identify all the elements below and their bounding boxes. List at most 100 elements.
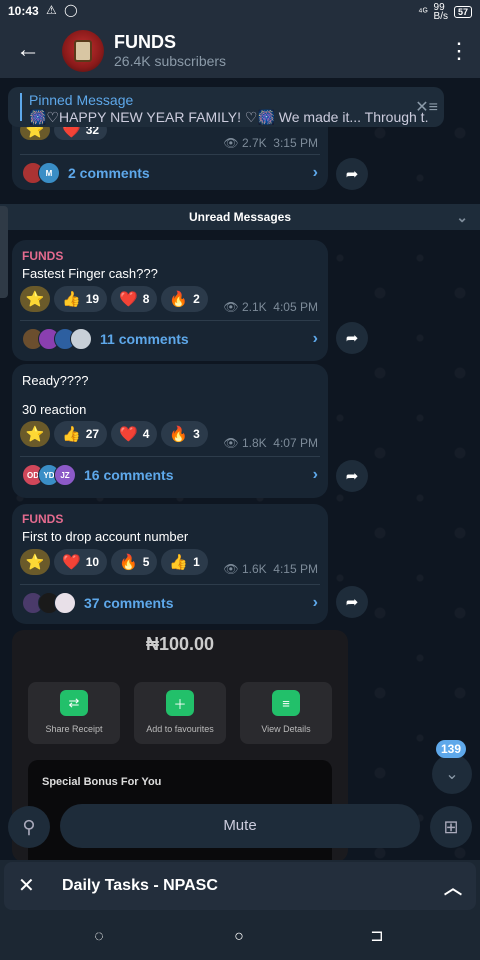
sender-name: FUNDS xyxy=(22,249,64,263)
avatar xyxy=(70,328,92,350)
share-icon: ➦ xyxy=(345,166,359,183)
share-icon: ➦ xyxy=(345,468,359,485)
pinned-title: Pinned Message xyxy=(29,92,134,108)
comments-link: 11 comments xyxy=(100,331,189,347)
reaction-count: 1 xyxy=(193,555,200,569)
subscriber-count: 26.4K subscribers xyxy=(114,53,227,69)
home-icon[interactable]: ○ xyxy=(230,928,248,946)
chevron-down-icon: ⌄ xyxy=(456,209,468,225)
warning-icon: ⚠ ◯ xyxy=(46,3,80,17)
tasks-title: Daily Tasks - NPASC xyxy=(62,877,218,894)
star-reaction[interactable]: ⭐ xyxy=(20,286,50,312)
action-label: Add to favourites xyxy=(146,724,214,734)
gift-button[interactable]: ⊞ xyxy=(430,806,472,848)
fire-reaction[interactable]: 🔥 3 xyxy=(161,421,208,447)
share-button[interactable]: ➦ xyxy=(336,322,368,354)
fire-reaction[interactable]: 🔥 5 xyxy=(111,549,158,575)
daily-tasks-bar[interactable]: ✕ Daily Tasks - NPASC ︿ xyxy=(4,862,476,910)
back-arrow-icon[interactable]: ← xyxy=(14,36,42,64)
sender-name: FUNDS xyxy=(22,512,64,526)
heart-reaction[interactable]: ❤️ 4 xyxy=(111,421,158,447)
message-text: Ready???? xyxy=(22,373,89,388)
receipt-action: ≡ View Details xyxy=(240,682,332,744)
star-icon: ⭐ xyxy=(25,554,45,571)
share-button[interactable]: ➦ xyxy=(336,586,368,618)
star-icon: ⭐ xyxy=(25,291,45,308)
view-count: 1.6K xyxy=(241,562,267,576)
message-meta: 👁 1.8K 4:07 PM xyxy=(223,436,318,450)
comments-row[interactable]: M 2 comments › xyxy=(22,158,318,188)
share-button[interactable]: ➦ xyxy=(336,460,368,492)
message-bubble: Ready???? 30 reaction ⭐ 👍 27 ❤️ 4 🔥 3 👁 1.8… xyxy=(12,364,328,498)
message-text: 30 reaction xyxy=(22,402,87,417)
star-icon: ⭐ xyxy=(25,426,45,443)
thumbs-up-icon: 👍 xyxy=(169,554,189,571)
pinned-text: 🎆♡HAPPY NEW YEAR FAMILY! ♡🎆 We made it..… xyxy=(29,109,429,125)
avatar: M xyxy=(38,162,60,184)
bonus-title: Special Bonus For You xyxy=(42,776,162,788)
view-count: 1.8K xyxy=(241,436,267,450)
status-bar: 10:43 ⚠ ◯ ⁴ᴳ 99 B/s 57 xyxy=(0,0,480,24)
fire-reaction[interactable]: 🔥 2 xyxy=(161,286,208,312)
share-icon: ➦ xyxy=(345,330,359,347)
side-panel-handle[interactable] xyxy=(0,206,8,298)
view-count: 2.1K xyxy=(241,300,267,314)
comments-row[interactable]: 11 comments › xyxy=(22,324,318,354)
star-reaction[interactable]: ⭐ xyxy=(20,421,50,447)
chevron-right-icon: › xyxy=(312,594,318,611)
star-reaction[interactable]: ⭐ xyxy=(20,549,50,575)
recents-icon[interactable]: ◌ xyxy=(90,928,108,946)
unread-count-badge: 139 xyxy=(436,740,466,758)
receipt-action: ⇄ Share Receipt xyxy=(28,682,120,744)
avatar: JZ xyxy=(54,464,76,486)
message-meta: 👁 2.1K 4:05 PM xyxy=(223,300,318,314)
message-meta: 👁 2.7K 3:15 PM xyxy=(223,136,318,150)
chat-area[interactable]: Pinned Message 🎆♡HAPPY NEW YEAR FAMILY! … xyxy=(0,78,480,860)
reaction-count: 3 xyxy=(193,427,200,441)
fire-icon: 🔥 xyxy=(119,554,138,571)
bottom-bar: ⚲ Mute ⊞ xyxy=(0,804,480,854)
thumbs-up-icon: 👍 xyxy=(62,426,81,443)
reaction-count: 8 xyxy=(142,292,150,306)
thumbs-reaction[interactable]: 👍 27 xyxy=(54,421,108,447)
thumbs-reaction[interactable]: 👍 19 xyxy=(54,286,108,312)
chevron-up-icon[interactable]: ︿ xyxy=(444,874,462,900)
scroll-down-button[interactable]: ⌄ xyxy=(432,754,472,794)
search-button[interactable]: ⚲ xyxy=(8,806,50,848)
reaction-count: 4 xyxy=(142,427,150,441)
heart-reaction[interactable]: ❤️ 8 xyxy=(111,286,158,312)
comments-row[interactable]: OD YD JZ 16 comments › xyxy=(22,460,318,490)
heart-icon: ❤️ xyxy=(119,426,138,443)
back-nav-icon[interactable]: ⊐ xyxy=(368,928,386,946)
chevron-right-icon: › xyxy=(312,466,318,483)
thumbs-reaction[interactable]: 👍 1 xyxy=(161,549,208,575)
pinned-message[interactable]: Pinned Message 🎆♡HAPPY NEW YEAR FAMILY! … xyxy=(8,87,444,127)
message-time: 3:15 PM xyxy=(273,136,318,150)
heart-icon: ❤️ xyxy=(119,291,138,308)
channel-avatar[interactable] xyxy=(62,30,104,72)
share-button[interactable]: ➦ xyxy=(336,158,368,190)
document-icon: ≡ xyxy=(272,690,300,716)
message-text: First to drop account number xyxy=(22,529,189,544)
mute-button[interactable]: Mute xyxy=(60,804,420,848)
divider xyxy=(20,456,320,457)
heart-reaction[interactable]: ❤️ 10 xyxy=(54,549,108,575)
message-time: 4:05 PM xyxy=(273,300,318,314)
channel-title[interactable]: FUNDS xyxy=(114,32,176,53)
share-icon: ⇄ xyxy=(60,690,88,716)
divider xyxy=(20,154,320,155)
close-icon[interactable]: ✕ xyxy=(18,873,35,898)
comments-row[interactable]: 37 comments › xyxy=(22,588,318,618)
reaction-count: 10 xyxy=(85,555,100,569)
pinned-list-icon[interactable]: ✕≡ xyxy=(415,97,438,117)
more-menu-icon[interactable]: ⋮ xyxy=(448,38,470,66)
comments-link: 2 comments xyxy=(68,165,150,181)
receipt-action: ＋ Add to favourites xyxy=(134,682,226,744)
message-text: Fastest Finger cash??? xyxy=(22,266,158,281)
receipt-amount: ₦100.00 xyxy=(145,634,215,654)
network-icon: ⁴ᴳ xyxy=(418,6,428,18)
add-user-icon: ＋ xyxy=(166,690,194,716)
chevron-right-icon: › xyxy=(312,330,318,347)
reaction-count: 27 xyxy=(85,427,100,441)
fire-icon: 🔥 xyxy=(169,291,189,308)
